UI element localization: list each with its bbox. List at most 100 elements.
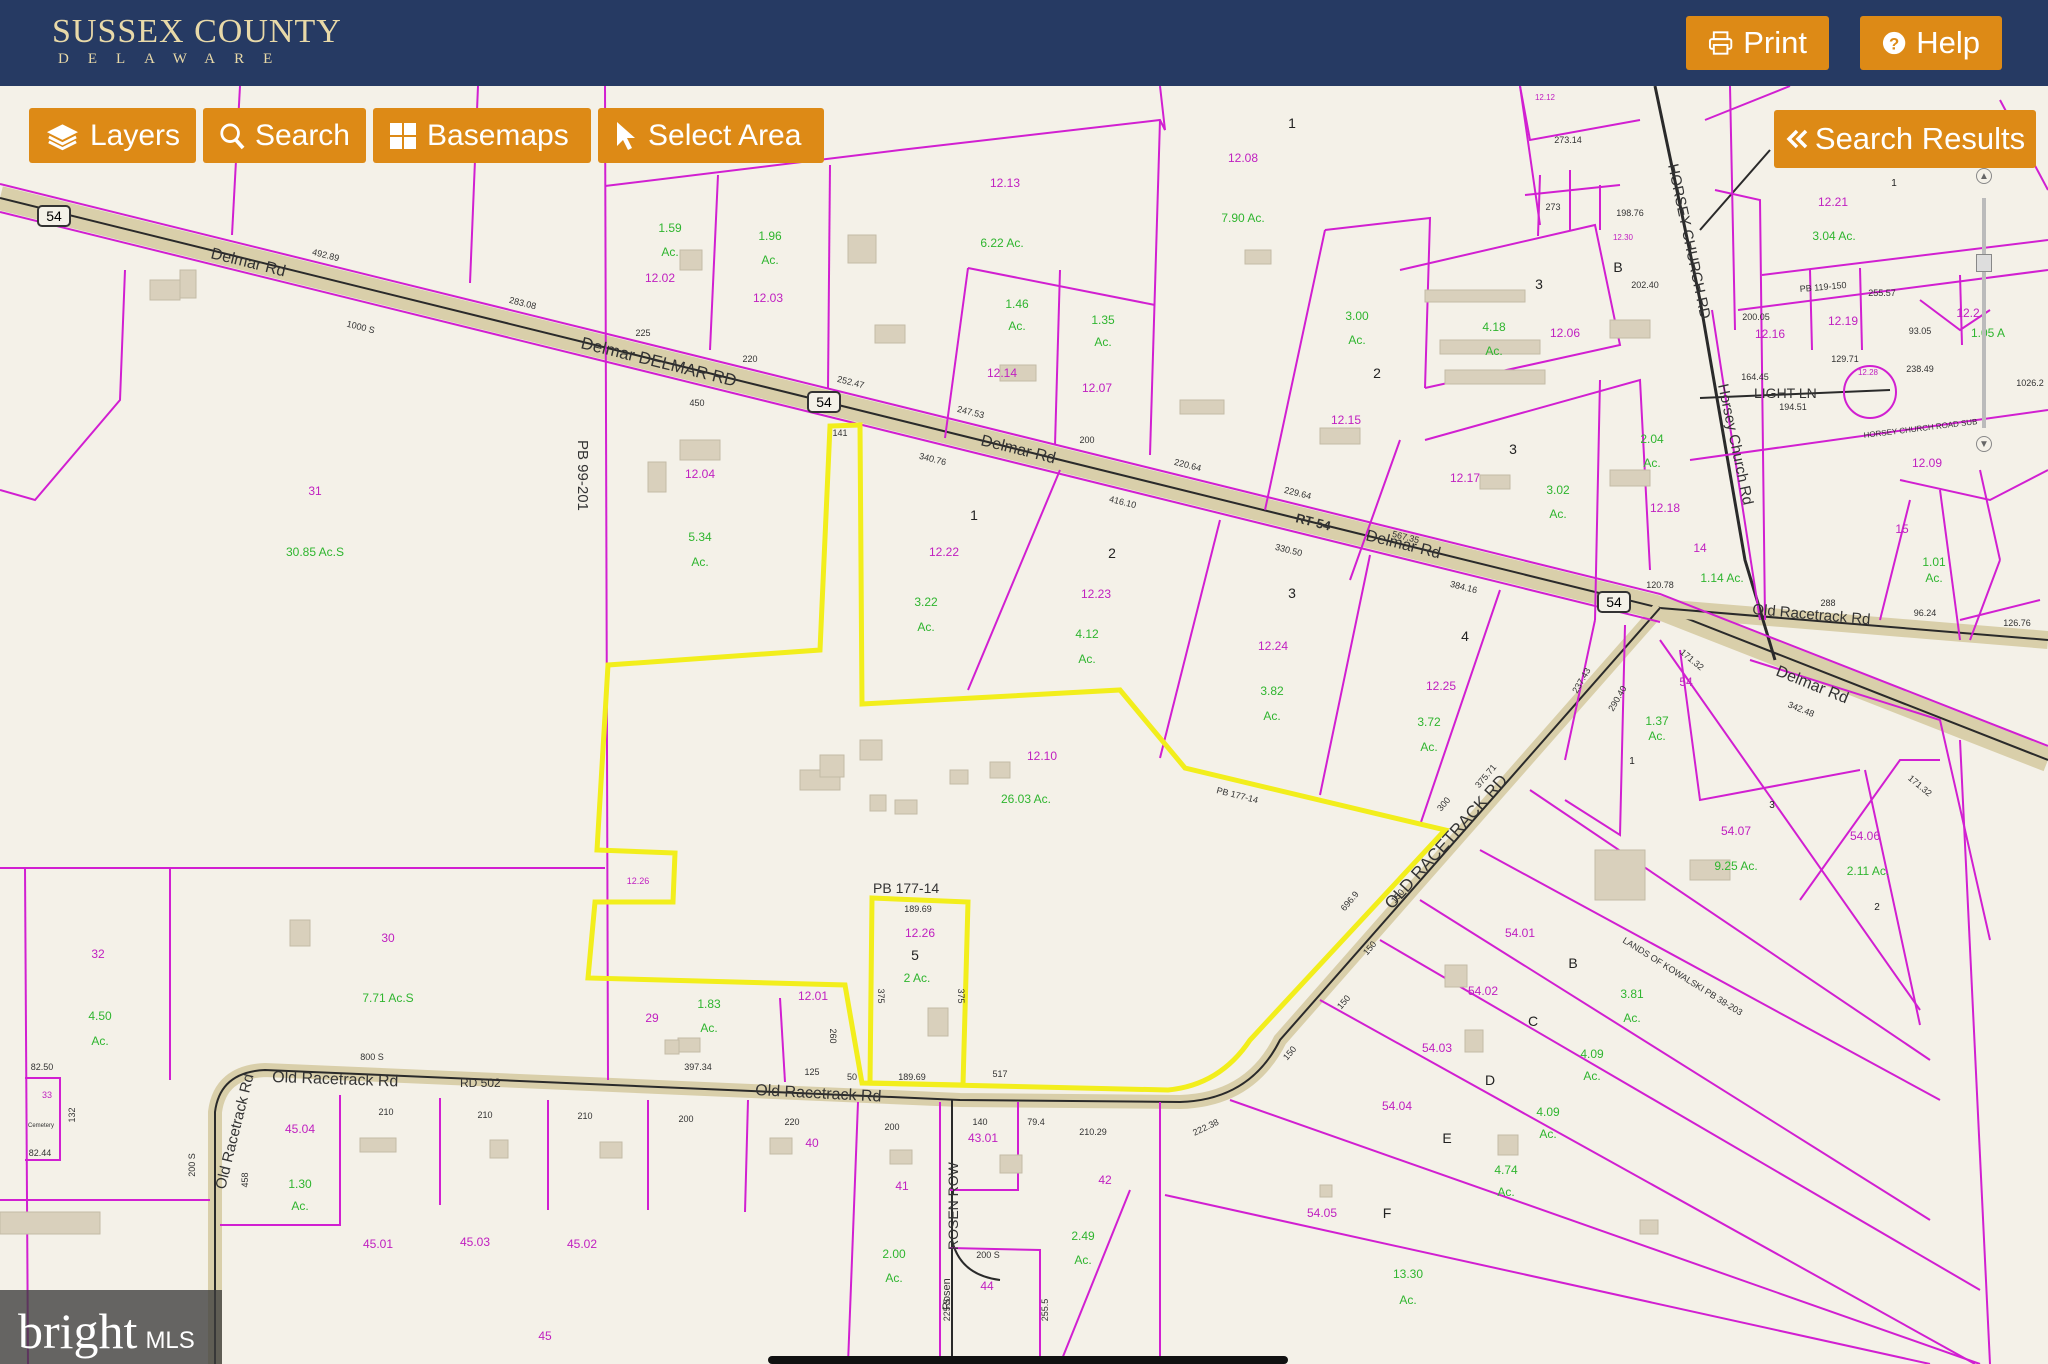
acreage: Ac.	[1399, 1293, 1416, 1307]
lot-number: 3	[1509, 441, 1517, 457]
zoom-thumb[interactable]	[1976, 254, 1992, 272]
cursor-icon	[617, 121, 635, 150]
print-button[interactable]: Print	[1686, 16, 1829, 70]
parcel-map[interactable]: 54 54 54 Delmar Rd Delmar DELMAR RD Delm…	[0, 86, 2048, 1364]
help-label: Help	[1916, 25, 1980, 60]
acreage: 30.85 Ac.S	[286, 545, 344, 559]
parcel-id: 12.09	[1912, 456, 1942, 470]
acreage: 1.96	[758, 229, 782, 243]
plat-label: PB 99-201	[574, 440, 591, 511]
dimension: 458	[240, 1172, 250, 1187]
dimension: 164.45	[1741, 372, 1769, 382]
dimension: 397.34	[684, 1062, 712, 1072]
layers-button[interactable]: Layers	[29, 108, 196, 163]
acreage: 1.37	[1645, 714, 1669, 728]
dimension: 200	[884, 1122, 899, 1132]
route-shield-label: 54	[46, 208, 62, 224]
acreage: Ac.	[1263, 709, 1280, 723]
acreage: 1.14 Ac.	[1700, 571, 1743, 585]
select-area-button[interactable]: Select Area	[598, 108, 824, 163]
watermark-suffix: MLS	[145, 1327, 195, 1354]
route-shield-icon: 54	[807, 391, 841, 413]
route-shield-icon: 54	[37, 205, 71, 227]
dimension: 220	[742, 354, 757, 364]
zoom-out-icon[interactable]: ▼	[1976, 436, 1992, 452]
acreage: 1.01	[1922, 555, 1946, 569]
acreage: 7.90 Ac.	[1221, 211, 1264, 225]
parcel-id: 12.21	[1818, 195, 1848, 209]
parcel-id: 45.01	[363, 1237, 393, 1251]
parcel-id: 54.06	[1850, 829, 1880, 843]
parcel-id: 12.10	[1027, 749, 1057, 763]
acreage: Ac.	[291, 1199, 308, 1213]
acreage: Ac.	[1420, 740, 1437, 754]
dimension: 189.69	[904, 904, 932, 914]
parcel-id: 12.06	[1550, 326, 1580, 340]
acreage: 4.09	[1580, 1047, 1604, 1061]
parcel-id: 54.07	[1721, 824, 1751, 838]
select-area-label: Select Area	[648, 118, 802, 152]
acreage: Ac.	[1549, 507, 1566, 521]
dimension: 50	[847, 1072, 857, 1082]
dimension: 375	[956, 988, 966, 1003]
search-label: Search	[254, 118, 350, 152]
brand-subtitle: DELAWARE	[58, 51, 292, 67]
search-results-button[interactable]: Search Results	[1774, 110, 2036, 168]
zoom-in-icon[interactable]: ▲	[1976, 168, 1992, 184]
acreage: Ac.	[885, 1271, 902, 1285]
lot-number: 1	[970, 507, 978, 523]
dimension: 260	[828, 1028, 838, 1043]
acreage: 1.83	[697, 997, 721, 1011]
acreage: Ac.	[691, 555, 708, 569]
layers-label: Layers	[89, 118, 180, 152]
parcel-id: 12.01	[798, 989, 828, 1003]
acreage: 26.03 Ac.	[1001, 792, 1051, 806]
search-icon	[220, 122, 245, 149]
dimension: 200	[1079, 435, 1094, 445]
parcel-id: 12.25	[1426, 679, 1456, 693]
county-logo: SUSSEX COUNTY DELAWARE	[52, 14, 342, 68]
help-button[interactable]: ? Help	[1860, 16, 2002, 70]
lot-number: C	[1528, 1013, 1538, 1029]
parcel-id: 12.19	[1828, 314, 1858, 328]
dimension: 120.78	[1646, 580, 1674, 590]
lot-number: 1	[1891, 178, 1897, 189]
dimension: 96.24	[1914, 608, 1937, 618]
acreage: 7.71 Ac.S	[362, 991, 413, 1005]
dimension: 375	[876, 988, 886, 1003]
zoom-slider[interactable]: ▲ ▼	[1976, 168, 1992, 458]
parcel-id: 29	[645, 1011, 659, 1025]
dimension: 82.44	[29, 1148, 52, 1158]
acreage: Ac.	[1348, 333, 1365, 347]
dimension: 800 S	[360, 1052, 384, 1062]
plat-label: PB 177-14	[873, 880, 939, 896]
acreage: Ac.	[1008, 319, 1025, 333]
parcel-id: 54.05	[1307, 1206, 1337, 1220]
acreage: 2 Ac.	[904, 971, 931, 985]
lot-number: 5	[911, 947, 919, 963]
dimension: 82.50	[31, 1062, 54, 1072]
parcel-id: 14	[1693, 541, 1707, 555]
lot-number: B	[1613, 259, 1622, 275]
acreage: Ac.	[1078, 652, 1095, 666]
acreage: 3.72	[1417, 715, 1441, 729]
parcel-id: 12.07	[1082, 381, 1112, 395]
acreage: 4.09	[1536, 1105, 1560, 1119]
bright-mls-watermark: bright MLS	[0, 1290, 222, 1364]
acreage: 2.11 Ac.	[1847, 864, 1889, 878]
parcel-id: 12.08	[1228, 151, 1258, 165]
lot-number: 2	[1874, 902, 1880, 913]
acreage: Ac.	[91, 1034, 108, 1048]
parcel-id: 12.15	[1331, 413, 1361, 427]
parcel-id: 45	[538, 1329, 552, 1343]
route-shield-icon: 54	[1597, 591, 1631, 613]
dimension: 210	[477, 1110, 492, 1120]
acreage: 3.22	[914, 595, 938, 609]
acreage: 2.04	[1640, 432, 1664, 446]
acreage: 1.35	[1091, 313, 1115, 327]
search-button[interactable]: Search	[203, 108, 366, 163]
zoom-track[interactable]	[1982, 198, 1986, 428]
parcel-id: 12.03	[753, 291, 783, 305]
acreage: Ac.	[700, 1021, 717, 1035]
basemaps-button[interactable]: Basemaps	[373, 108, 591, 163]
